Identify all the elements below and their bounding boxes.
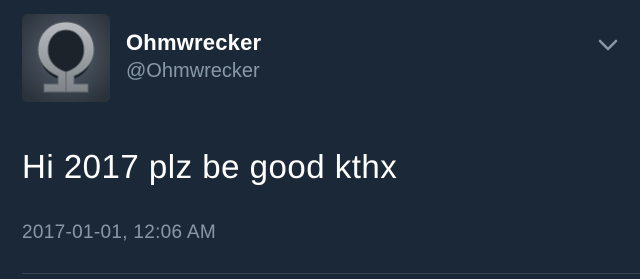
tweet-timestamp[interactable]: 2017-01-01, 12:06 AM	[22, 222, 216, 244]
divider	[22, 273, 640, 274]
chevron-down-icon[interactable]	[594, 36, 622, 54]
tweet-card: Ohmwrecker @Ohmwrecker Hi 2017 plz be go…	[0, 0, 640, 279]
display-name[interactable]: Ohmwrecker	[126, 30, 261, 56]
omega-logo-icon	[22, 14, 110, 102]
user-handle[interactable]: @Ohmwrecker	[126, 60, 260, 83]
avatar[interactable]	[22, 14, 110, 102]
tweet-text: Hi 2017 plz be good kthx	[22, 148, 398, 185]
